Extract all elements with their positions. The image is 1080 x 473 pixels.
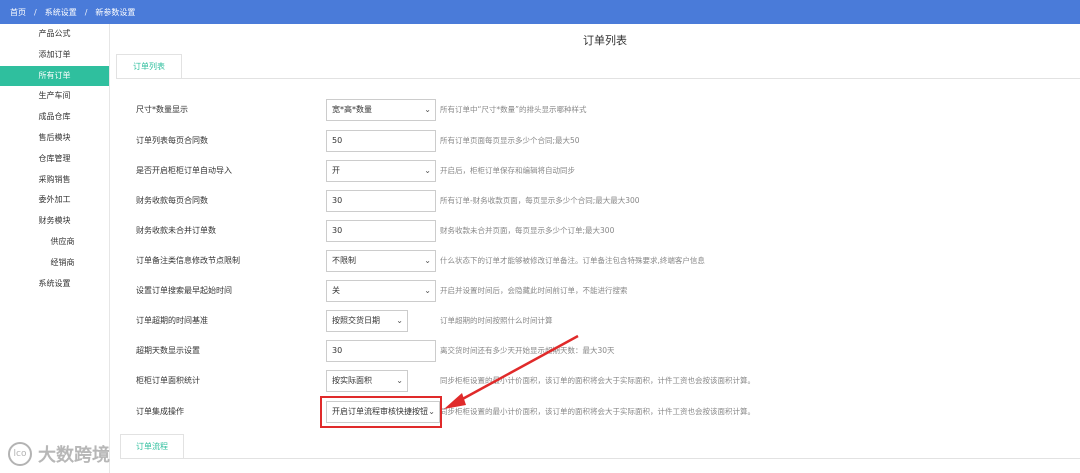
setting-row: 是否开启柜柜订单自动导入开 ⌄ 开启后，柜柜订单保存和编辑将自动同步 <box>110 160 1080 182</box>
breadcrumb-separator: / <box>84 7 88 17</box>
sidebar-item[interactable]: 产品公式 <box>0 24 109 45</box>
setting-hint: 所有订单-财务收款页面，每页显示多少个合同;最大最大300 <box>440 196 640 205</box>
setting-label: 超期天数显示设置 <box>136 346 200 355</box>
tab-order-list[interactable]: 订单列表 <box>116 54 182 79</box>
watermark: lco 大数跨境 <box>8 440 110 468</box>
tab-order-flow[interactable]: 订单流程 <box>120 434 184 458</box>
setting-row: 订单集成操作 开启订单流程审核快捷按钮 ⌄ 同步柜柜设置的最小计价面积，该订单的面积将… <box>110 401 1080 423</box>
sidebar-item[interactable]: 系统设置 <box>0 274 109 295</box>
sidebar-item[interactable]: 采购销售 <box>0 170 109 191</box>
chevron-down-icon: ⌄ <box>424 105 431 114</box>
sidebar-item[interactable]: 供应商 <box>0 232 109 253</box>
sidebar-item[interactable]: 仓库管理 <box>0 149 109 170</box>
chevron-down-icon: ⌄ <box>424 256 431 265</box>
setting-value: 30 <box>332 196 343 205</box>
setting-value: 不限制 <box>332 256 356 265</box>
setting-value: 30 <box>332 346 343 355</box>
setting-input[interactable]: 30 <box>326 190 436 212</box>
chevron-down-icon: ⌄ <box>424 166 431 175</box>
setting-value: 开 <box>332 166 340 175</box>
setting-label: 财务收款未合并订单数 <box>136 226 216 235</box>
watermark-text: 大数跨境 <box>38 445 110 466</box>
setting-label: 尺寸*数量显示 <box>136 105 188 114</box>
setting-hint: 所有订单页面每页显示多少个合同;最大50 <box>440 136 580 145</box>
setting-label: 订单超期的时间基准 <box>136 316 208 325</box>
breadcrumb: 首页 / 系统设置 / 新参数设置 <box>0 0 1080 24</box>
sidebar-item[interactable]: 成品仓库 <box>0 107 109 128</box>
setting-label: 订单集成操作 <box>136 407 184 416</box>
setting-select[interactable]: 开 ⌄ <box>326 160 436 182</box>
setting-hint: 订单超期的时间按照什么时间计算 <box>440 316 553 325</box>
setting-row: 财务收款未合并订单数 30 财务收款未合并页面，每页显示多少个订单;最大300 <box>110 220 1080 242</box>
sidebar-item[interactable]: 生产车间 <box>0 86 109 107</box>
setting-hint: 所有订单中“尺寸*数量”的排头显示哪种样式 <box>440 105 587 114</box>
setting-select[interactable]: 关 ⌄ <box>326 280 436 302</box>
setting-value: 按实际面积 <box>332 376 372 385</box>
breadcrumb-current: 新参数设置 <box>95 7 136 17</box>
sidebar-item[interactable]: 售后模块 <box>0 128 109 149</box>
setting-label: 设置订单搜索最早起始时间 <box>136 286 232 295</box>
setting-value: 按照交货日期 <box>332 316 380 325</box>
setting-hint: 什么状态下的订单才能够被修改订单备注。订单备注包含特殊要求,终端客户信息 <box>440 256 705 265</box>
setting-select[interactable]: 按实际面积 ⌄ <box>326 370 408 392</box>
setting-row: 设置订单搜索最早起始时间关 ⌄ 开启并设置时间后，会隐藏此时间前订单，不能进行搜索 <box>110 280 1080 302</box>
setting-input[interactable]: 50 <box>326 130 436 152</box>
setting-select[interactable]: 按照交货日期 ⌄ <box>326 310 408 332</box>
setting-hint: 开启后，柜柜订单保存和编辑将自动同步 <box>440 166 575 175</box>
setting-value: 宽*高*数量 <box>332 105 372 114</box>
chevron-down-icon: ⌄ <box>396 316 403 325</box>
sidebar-item[interactable]: 添加订单 <box>0 45 109 66</box>
sidebar-item[interactable]: 所有订单 <box>0 65 109 87</box>
setting-label: 是否开启柜柜订单自动导入 <box>136 166 232 175</box>
sidebar-item[interactable]: 委外加工 <box>0 190 109 211</box>
tab-divider <box>120 458 1080 459</box>
setting-select[interactable]: 宽*高*数量 ⌄ <box>326 99 436 121</box>
annotation-highlight-box <box>320 396 442 428</box>
setting-row: 尺寸*数量显示 宽*高*数量 ⌄ 所有订单中“尺寸*数量”的排头显示哪种样式 <box>110 99 1080 121</box>
sidebar: 产品公式 添加订单 所有订单 生产车间 成品仓库 售后模块 仓库管理 采购销售 委外加工 财务模块… <box>0 24 110 473</box>
page-title: 订单列表 <box>583 34 627 47</box>
sidebar-item[interactable]: 财务模块 <box>0 211 109 232</box>
setting-label: 财务收款每页合同数 <box>136 196 208 205</box>
setting-hint: 同步柜柜设置的最小计价面积，该订单的面积将会大于实际面积，计件工资也会按该面积计… <box>440 376 755 385</box>
setting-input[interactable]: 30 <box>326 340 436 362</box>
sidebar-item[interactable]: 经销商 <box>0 253 109 274</box>
setting-hint: 财务收款未合并页面，每页显示多少个订单;最大300 <box>440 226 615 235</box>
breadcrumb-home[interactable]: 首页 <box>10 7 26 18</box>
setting-row: 订单备注类信息修改节点限制 不限制 ⌄ 什么状态下的订单才能够被修改订单备注。订单备注… <box>110 250 1080 272</box>
setting-value: 关 <box>332 286 340 295</box>
setting-value: 30 <box>332 226 343 235</box>
main-content: 订单列表 订单列表 尺寸*数量显示 宽*高*数量 ⌄ 所有订单中“尺寸*数量”的排头显… <box>110 24 1080 473</box>
setting-row: 超期天数显示设置 30 离交货时间还有多少天开始显示超期天数：最大30天 <box>110 340 1080 362</box>
chevron-down-icon: ⌄ <box>396 376 403 385</box>
setting-select[interactable]: 不限制 ⌄ <box>326 250 436 272</box>
watermark-logo-icon: lco <box>8 442 32 466</box>
setting-row: 财务收款每页合同数 30 所有订单-财务收款页面，每页显示多少个合同;最大最大300 <box>110 190 1080 212</box>
setting-value: 50 <box>332 136 343 145</box>
breadcrumb-separator: / <box>34 7 37 17</box>
setting-label: 柜柜订单面积统计 <box>136 376 200 385</box>
breadcrumb-system-settings[interactable]: 系统设置 <box>45 7 77 18</box>
setting-label: 订单列表每页合同数 <box>136 136 208 145</box>
tab-divider <box>116 78 1080 79</box>
setting-hint: 同步柜柜设置的最小计价面积，该订单的面积将会大于实际面积，计件工资也会按该面积计… <box>440 407 755 416</box>
setting-input[interactable]: 30 <box>326 220 436 242</box>
setting-hint: 离交货时间还有多少天开始显示超期天数：最大30天 <box>440 346 615 355</box>
setting-label: 订单备注类信息修改节点限制 <box>136 256 240 265</box>
chevron-down-icon: ⌄ <box>424 286 431 295</box>
setting-row: 订单超期的时间基准 按照交货日期 ⌄ 订单超期的时间按照什么时间计算 <box>110 310 1080 332</box>
setting-row: 柜柜订单面积统计 按实际面积 ⌄ 同步柜柜设置的最小计价面积，该订单的面积将会大于实际… <box>110 370 1080 392</box>
setting-row: 订单列表每页合同数 50 所有订单页面每页显示多少个合同;最大50 <box>110 130 1080 152</box>
setting-hint: 开启并设置时间后，会隐藏此时间前订单，不能进行搜索 <box>440 286 628 295</box>
